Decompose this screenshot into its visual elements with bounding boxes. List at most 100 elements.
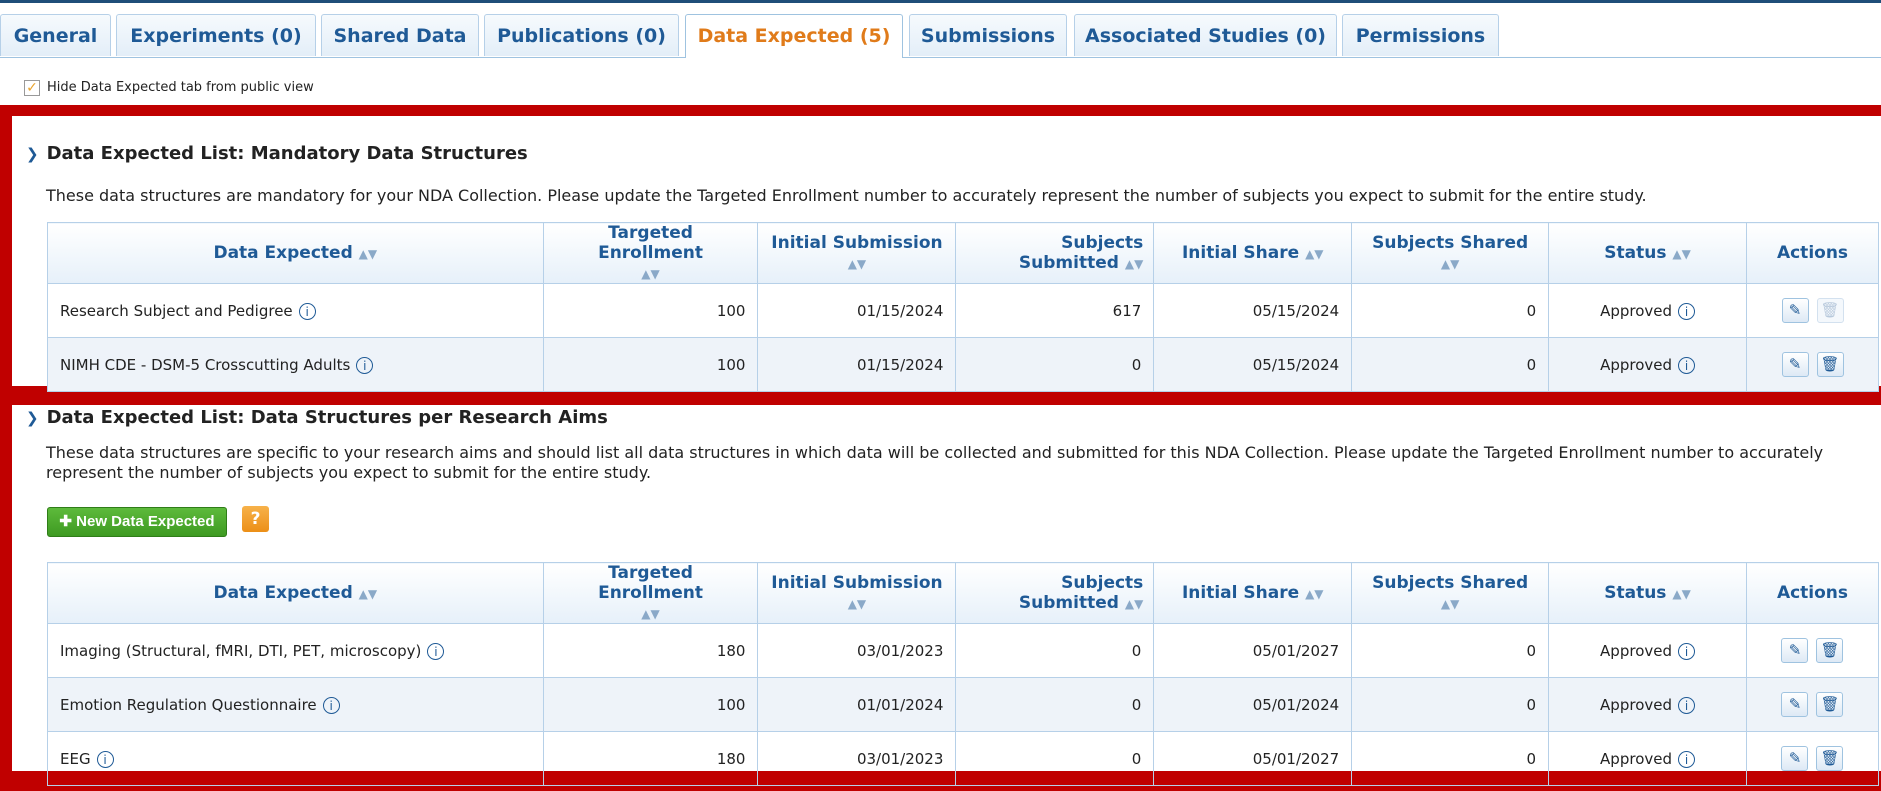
row-initial-submission: 01/01/2024 xyxy=(757,677,957,732)
row-initial-share: 05/15/2024 xyxy=(1153,337,1353,392)
research-aims-panel: ❯ Data Expected List: Data Structures per… xyxy=(12,405,1881,786)
tab-data-expected[interactable]: Data Expected (5) xyxy=(685,14,903,58)
edit-icon[interactable]: ✎ xyxy=(1781,692,1809,717)
row-initial-submission: 03/01/2023 xyxy=(757,623,957,678)
row-subjects-shared: 0 xyxy=(1351,731,1550,786)
row-subjects-shared: 0 xyxy=(1351,283,1550,338)
info-icon[interactable]: i xyxy=(1678,356,1696,374)
row-initial-share: 05/01/2024 xyxy=(1153,677,1353,732)
col-header-targeted-enrollment[interactable]: Targeted Enrollment ▲▼ xyxy=(542,562,759,624)
research-aims-section-title[interactable]: ❯ Data Expected List: Data Structures per… xyxy=(26,407,608,428)
col-header-initial-share[interactable]: Initial Share ▲▼ xyxy=(1153,222,1353,284)
row-status: Approved xyxy=(1600,641,1672,660)
row-initial-submission: 01/15/2024 xyxy=(757,283,957,338)
tab-associated-studies[interactable]: Associated Studies (0) xyxy=(1074,14,1337,56)
top-border xyxy=(0,0,1881,3)
table-row: EEG i 180 03/01/2023 0 05/01/2027 0 Appro… xyxy=(47,731,1880,786)
row-subjects-submitted: 0 xyxy=(955,731,1155,786)
edit-icon[interactable]: ✎ xyxy=(1781,352,1809,377)
new-data-expected-button[interactable]: ✚ New Data Expected xyxy=(47,507,227,537)
col-header-targeted-enrollment[interactable]: Targeted Enrollment ▲▼ xyxy=(542,222,759,284)
trash-icon: 🗑 xyxy=(1816,298,1844,323)
table-row: Emotion Regulation Questionnaire i 100 01… xyxy=(47,677,1880,732)
plus-icon: ✚ xyxy=(59,513,72,530)
row-initial-submission: 03/01/2023 xyxy=(757,731,957,786)
row-name: NIMH CDE - DSM-5 Crosscutting Adults xyxy=(60,355,351,374)
edit-icon[interactable]: ✎ xyxy=(1781,638,1809,663)
col-header-status[interactable]: Status ▲▼ xyxy=(1548,562,1747,624)
col-header-actions: Actions xyxy=(1746,222,1879,284)
row-enrollment: 100 xyxy=(542,283,759,338)
row-subjects-shared: 0 xyxy=(1351,623,1550,678)
info-icon[interactable]: i xyxy=(1678,302,1696,320)
row-subjects-shared: 0 xyxy=(1351,337,1550,392)
col-header-subjects-submitted[interactable]: Subjects Submitted ▲▼ xyxy=(955,562,1155,624)
help-icon[interactable]: ? xyxy=(242,506,269,532)
description-line-1: These data structures are specific to yo… xyxy=(46,443,1824,462)
trash-icon[interactable]: 🗑 xyxy=(1816,352,1844,377)
col-header-subjects-submitted[interactable]: Subjects Submitted ▲▼ xyxy=(955,222,1155,284)
trash-icon[interactable]: 🗑 xyxy=(1816,692,1844,717)
col-header-initial-submission[interactable]: Initial Submission ▲▼ xyxy=(757,562,957,624)
row-name: Research Subject and Pedigree xyxy=(60,301,293,320)
row-enrollment: 100 xyxy=(542,337,759,392)
row-initial-submission: 01/15/2024 xyxy=(757,337,957,392)
tab-permissions[interactable]: Permissions xyxy=(1342,14,1499,56)
tab-shared-data[interactable]: Shared Data xyxy=(321,14,479,56)
info-icon[interactable]: i xyxy=(298,302,316,320)
row-subjects-submitted: 617 xyxy=(955,283,1155,338)
row-status: Approved xyxy=(1600,355,1673,374)
info-icon[interactable]: i xyxy=(1678,642,1695,660)
col-header-initial-share[interactable]: Initial Share ▲▼ xyxy=(1153,562,1353,624)
row-subjects-shared: 0 xyxy=(1351,677,1550,732)
tab-submissions[interactable]: Submissions xyxy=(909,14,1067,56)
mandatory-panel: ❯ Data Expected List: Mandatory Data Stru… xyxy=(12,116,1881,392)
mandatory-table: Data Expected ▲▼ Targeted Enrollment ▲▼ I… xyxy=(47,222,1879,392)
trash-icon[interactable]: 🗑 xyxy=(1816,638,1844,663)
tab-experiments[interactable]: Experiments (0) xyxy=(116,14,316,56)
mandatory-section-title[interactable]: ❯ Data Expected List: Mandatory Data Stru… xyxy=(26,143,528,164)
hide-tab-checkbox[interactable]: ✓ xyxy=(24,80,40,96)
col-header-subjects-shared[interactable]: Subjects Shared ▲▼ xyxy=(1351,222,1550,284)
info-icon[interactable]: i xyxy=(96,750,114,768)
row-enrollment: 180 xyxy=(542,731,759,786)
row-subjects-submitted: 0 xyxy=(955,677,1155,732)
info-icon[interactable]: i xyxy=(322,696,340,714)
trash-icon[interactable]: 🗑 xyxy=(1816,746,1844,771)
research-aims-title-text: Data Expected List: Data Structures per … xyxy=(46,407,608,428)
col-header-initial-submission[interactable]: Initial Submission ▲▼ xyxy=(757,222,957,284)
description-line-2: represent the number of subjects you exp… xyxy=(46,463,652,482)
row-subjects-submitted: 0 xyxy=(955,337,1155,392)
row-status: Approved xyxy=(1600,695,1672,714)
col-header-data-expected[interactable]: Data Expected ▲▼ xyxy=(47,222,544,284)
research-aims-description: These data structures are specific to yo… xyxy=(46,443,1866,483)
row-enrollment: 180 xyxy=(542,623,759,678)
info-icon[interactable]: i xyxy=(1678,750,1695,768)
info-icon[interactable]: i xyxy=(427,642,445,660)
edit-icon[interactable]: ✎ xyxy=(1781,746,1809,771)
row-status: Approved xyxy=(1600,301,1673,320)
col-header-actions: Actions xyxy=(1745,562,1880,624)
info-icon[interactable]: i xyxy=(356,356,374,374)
col-header-subjects-shared[interactable]: Subjects Shared ▲▼ xyxy=(1351,562,1550,624)
edit-icon[interactable]: ✎ xyxy=(1781,298,1809,323)
chevron-down-icon[interactable]: ❯ xyxy=(26,409,39,427)
tab-bar: General Experiments (0) Shared Data Publ… xyxy=(0,14,1881,58)
row-initial-share: 05/15/2024 xyxy=(1153,283,1353,338)
hide-tab-label: Hide Data Expected tab from public view xyxy=(47,80,314,95)
row-initial-share: 05/01/2027 xyxy=(1153,623,1353,678)
info-icon[interactable]: i xyxy=(1678,696,1695,714)
row-name: Imaging (Structural, fMRI, DTI, PET, mic… xyxy=(60,641,422,660)
new-button-label: New Data Expected xyxy=(76,513,215,530)
tab-publications[interactable]: Publications (0) xyxy=(484,14,679,56)
research-aims-table: Data Expected ▲▼ Targeted Enrollment ▲▼ I… xyxy=(47,562,1880,786)
row-initial-share: 05/01/2027 xyxy=(1153,731,1353,786)
table-row: Imaging (Structural, fMRI, DTI, PET, mic… xyxy=(47,623,1880,678)
col-header-status[interactable]: Status ▲▼ xyxy=(1548,222,1747,284)
chevron-down-icon[interactable]: ❯ xyxy=(26,145,39,163)
col-header-data-expected[interactable]: Data Expected ▲▼ xyxy=(47,562,544,624)
row-enrollment: 100 xyxy=(542,677,759,732)
tab-general[interactable]: General xyxy=(0,14,111,56)
row-subjects-submitted: 0 xyxy=(955,623,1155,678)
row-name: Emotion Regulation Questionnaire xyxy=(60,695,317,714)
